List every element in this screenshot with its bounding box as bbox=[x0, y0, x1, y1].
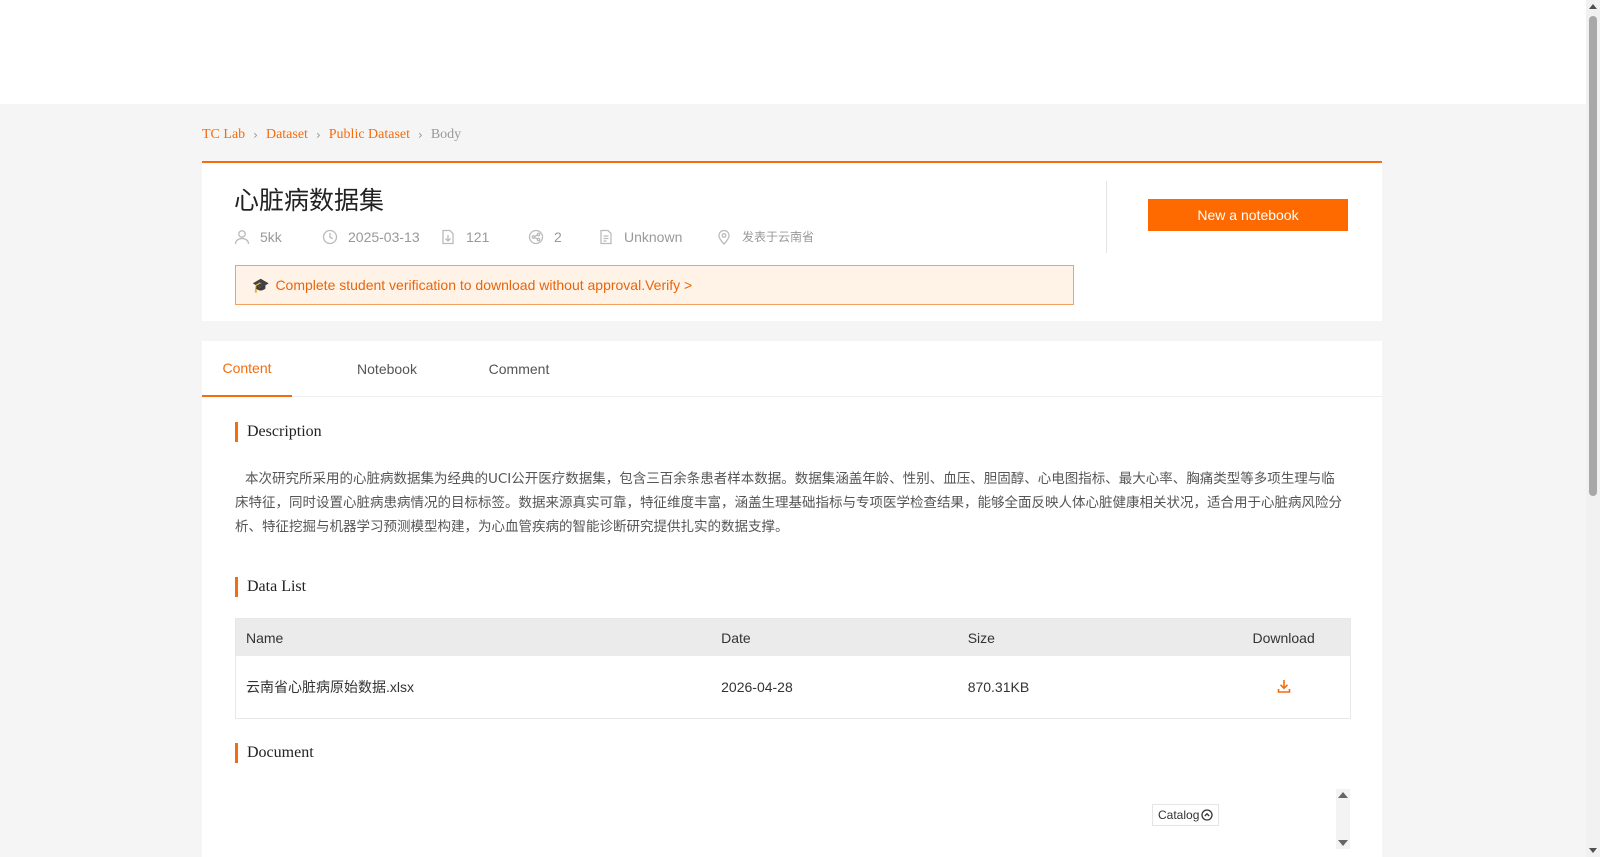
meta-license: Unknown bbox=[598, 229, 716, 245]
meta-date: 2025-03-13 bbox=[322, 229, 440, 245]
tab-comment[interactable]: Comment bbox=[464, 341, 574, 397]
meta-downloads: 121 bbox=[440, 229, 528, 245]
chevron-circle-icon bbox=[1201, 809, 1214, 821]
dataset-meta: 5kk 2025-03-13 121 2 Unknown 发表于云南省 bbox=[234, 228, 814, 245]
breadcrumb-dataset[interactable]: Dataset bbox=[266, 127, 308, 143]
scroll-down-arrow[interactable] bbox=[1338, 840, 1348, 846]
page-scrollbar[interactable] bbox=[1586, 0, 1600, 857]
user-icon bbox=[234, 229, 250, 244]
meta-location: 发表于云南省 bbox=[716, 228, 814, 245]
breadcrumb-public-dataset[interactable]: Public Dataset bbox=[329, 127, 410, 143]
description-title: Description bbox=[247, 423, 322, 440]
location-text: 发表于云南省 bbox=[742, 230, 815, 244]
file-name: 云南省心脏病原始数据.xlsx bbox=[246, 679, 414, 695]
download-cell bbox=[1217, 678, 1350, 697]
verify-link[interactable]: Verify > bbox=[645, 277, 692, 293]
download-icon[interactable] bbox=[1276, 678, 1292, 694]
data-table: Name Date Size Download 云南省心脏病原始数据.xlsx … bbox=[235, 618, 1351, 719]
scrollbar-thumb[interactable] bbox=[1589, 16, 1597, 496]
share-count: 2 bbox=[554, 228, 562, 245]
header-name: Name bbox=[246, 629, 284, 646]
catalog-label: Catalog bbox=[1158, 808, 1200, 822]
tab-notebook[interactable]: Notebook bbox=[332, 341, 442, 397]
chevron-right-icon: › bbox=[418, 128, 423, 142]
breadcrumb: TC Lab › Dataset › Public Dataset › Body bbox=[202, 127, 461, 143]
document-scrollbar[interactable] bbox=[1336, 789, 1350, 849]
location-icon bbox=[718, 229, 730, 245]
license-text: Unknown bbox=[624, 228, 683, 245]
breadcrumb-current: Body bbox=[430, 127, 462, 142]
tab-content[interactable]: Content bbox=[202, 341, 292, 397]
scroll-down-arrow[interactable] bbox=[1589, 848, 1597, 853]
tab-bar: Content Notebook Comment bbox=[202, 341, 1382, 397]
document-title: Document bbox=[247, 744, 314, 761]
content-card: Content Notebook Comment Description 本次研… bbox=[202, 341, 1382, 857]
document-heading: Document bbox=[235, 743, 314, 763]
scroll-up-arrow[interactable] bbox=[1338, 792, 1348, 798]
chevron-right-icon: › bbox=[315, 128, 321, 142]
header-date: Date bbox=[721, 629, 751, 646]
download-count: 121 bbox=[466, 228, 490, 245]
top-navbar bbox=[0, 0, 1586, 104]
scroll-up-arrow[interactable] bbox=[1589, 4, 1597, 9]
dataset-header: 心脏病数据集 5kk 2025-03-13 121 2 Unknown 发表于云… bbox=[202, 161, 1382, 321]
file-size: 870.31KB bbox=[967, 679, 1030, 695]
verification-notice: 🎓 Complete student verification to downl… bbox=[235, 265, 1074, 305]
header-divider bbox=[1106, 181, 1107, 253]
section-accent-bar bbox=[235, 743, 238, 763]
meta-author[interactable]: 5kk bbox=[234, 229, 322, 245]
breadcrumb-tc-lab[interactable]: TC Lab bbox=[202, 127, 245, 143]
graduation-cap-icon: 🎓 bbox=[252, 276, 270, 293]
table-header: Name Date Size Download bbox=[236, 619, 1350, 656]
description-text: 本次研究所采用的心脏病数据集为经典的UCI公开医疗数据集，包含三百余条患者样本数… bbox=[235, 471, 1342, 535]
catalog-button[interactable]: Catalog bbox=[1152, 804, 1220, 826]
header-download: Download bbox=[1252, 629, 1315, 646]
publish-date: 2025-03-13 bbox=[348, 228, 420, 245]
clock-icon bbox=[322, 229, 338, 244]
file-date: 2026-04-28 bbox=[721, 679, 793, 695]
new-notebook-button[interactable]: New a notebook bbox=[1148, 199, 1348, 231]
meta-shares: 2 bbox=[528, 229, 598, 245]
share-icon bbox=[528, 229, 544, 244]
data-list-heading: Data List bbox=[235, 577, 306, 597]
chevron-right-icon: › bbox=[253, 128, 258, 142]
header-size: Size bbox=[967, 629, 995, 646]
section-accent-bar bbox=[235, 422, 238, 442]
description-heading: Description bbox=[235, 422, 322, 442]
notice-text: Complete student verification to downloa… bbox=[275, 277, 646, 293]
download-count-icon bbox=[442, 229, 454, 244]
page-title: 心脏病数据集 bbox=[234, 186, 385, 215]
document-icon bbox=[600, 229, 612, 244]
section-accent-bar bbox=[235, 577, 238, 597]
table-row: 云南省心脏病原始数据.xlsx 2026-04-28 870.31KB bbox=[236, 656, 1350, 718]
data-list-title: Data List bbox=[247, 578, 307, 595]
author-name: 5kk bbox=[260, 228, 282, 245]
